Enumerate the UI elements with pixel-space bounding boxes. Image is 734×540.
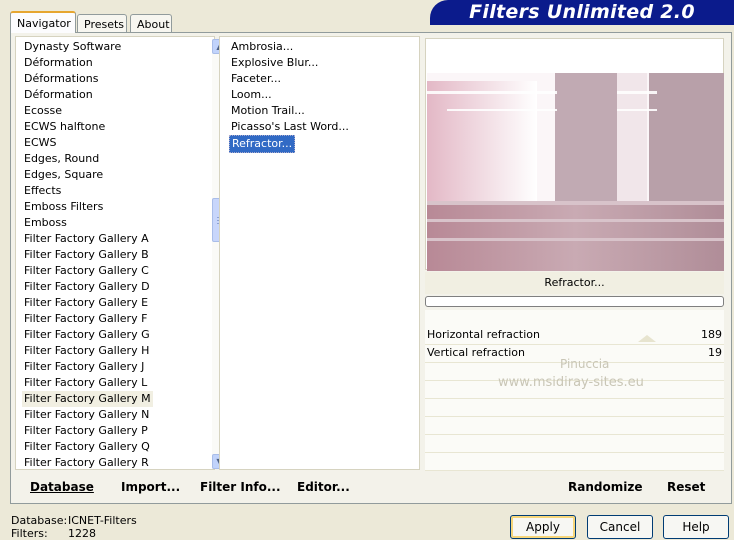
cancel-button[interactable]: Cancel <box>587 515 653 539</box>
filter-list[interactable]: Ambrosia... Explosive Blur... Faceter... Lo… <box>219 36 420 470</box>
filter-item[interactable]: Explosive Blur... <box>229 55 320 71</box>
category-item[interactable]: Déformations <box>22 71 100 87</box>
filter-name-bar: Refractor... <box>425 272 724 294</box>
category-item[interactable]: Filter Factory Gallery A <box>22 231 151 247</box>
category-item[interactable]: Filter Factory Gallery F <box>22 311 149 327</box>
category-item[interactable]: ECWS <box>22 135 59 151</box>
import-button[interactable]: Import... <box>121 479 180 495</box>
database-caption: Database: <box>11 514 68 527</box>
parameter-name: Horizontal refraction <box>427 328 540 341</box>
preview-panel <box>425 38 724 271</box>
filters-caption: Filters: <box>11 527 48 540</box>
category-item[interactable]: Emboss <box>22 215 69 231</box>
filter-item[interactable]: Ambrosia... <box>229 39 295 55</box>
category-item[interactable]: Filter Factory Gallery H <box>22 343 151 359</box>
parameter-row <box>425 416 724 435</box>
category-item[interactable]: Déformation <box>22 87 95 103</box>
category-item[interactable]: Dynasty Software <box>22 39 123 55</box>
category-item[interactable]: Effects <box>22 183 63 199</box>
progress-bar <box>425 296 724 307</box>
filter-item[interactable]: Picasso's Last Word... <box>229 119 351 135</box>
tab-presets[interactable]: Presets <box>77 14 127 33</box>
reset-button[interactable]: Reset <box>667 479 705 495</box>
parameter-value[interactable]: 19 <box>708 344 722 362</box>
category-item[interactable]: Emboss Filters <box>22 199 105 215</box>
database-button[interactable]: Database <box>30 479 94 495</box>
parameter-row <box>425 452 724 471</box>
category-item[interactable]: Filter Factory Gallery P <box>22 423 150 439</box>
category-item[interactable]: Filter Factory Gallery E <box>22 295 150 311</box>
editor-button[interactable]: Editor... <box>297 479 350 495</box>
category-list[interactable]: Dynasty Software Déformation Déformations D… <box>15 36 228 471</box>
category-item[interactable]: Filter Factory Gallery Q <box>22 439 152 455</box>
database-value: ICNET-Filters <box>68 514 137 527</box>
database-label: Database <box>30 480 94 494</box>
filter-item[interactable]: Motion Trail... <box>229 103 307 119</box>
filter-item[interactable]: Faceter... <box>229 71 283 87</box>
watermark-line1: Pinuccia <box>560 357 610 371</box>
parameter-name: Vertical refraction <box>427 346 525 359</box>
category-item[interactable]: Filter Factory Gallery R <box>22 455 151 471</box>
category-item[interactable]: Filter Factory Gallery C <box>22 263 151 279</box>
parameter-row[interactable]: Horizontal refraction 189 <box>425 326 724 345</box>
filters-value: 1228 <box>68 527 96 540</box>
category-item[interactable]: Filter Factory Gallery B <box>22 247 151 263</box>
category-item[interactable]: Filter Factory Gallery G <box>22 327 152 343</box>
apply-button[interactable]: Apply <box>510 515 576 539</box>
tab-about[interactable]: About <box>130 14 172 33</box>
category-item[interactable]: Déformation <box>22 55 95 71</box>
parameter-value[interactable]: 189 <box>701 326 722 344</box>
category-item[interactable]: Filter Factory Gallery J <box>22 359 146 375</box>
parameter-row <box>425 398 724 417</box>
category-item[interactable]: Filter Factory Gallery L <box>22 375 149 391</box>
preview-image <box>427 73 724 271</box>
randomize-button[interactable]: Randomize <box>568 479 642 495</box>
watermark-line2: www.msidiray-sites.eu <box>498 375 644 390</box>
filter-item[interactable]: Refractor... <box>229 135 296 153</box>
category-item[interactable]: Edges, Square <box>22 167 105 183</box>
title-banner: Filters Unlimited 2.0 <box>430 0 734 25</box>
category-item[interactable]: ECWS halftone <box>22 119 107 135</box>
category-item[interactable]: Edges, Round <box>22 151 101 167</box>
category-item[interactable]: Filter Factory Gallery N <box>22 407 151 423</box>
category-item[interactable]: Filter Factory Gallery M <box>22 391 153 407</box>
help-button[interactable]: Help <box>663 515 729 539</box>
tab-navigator[interactable]: Navigator <box>10 11 76 33</box>
category-item[interactable]: Ecosse <box>22 103 64 119</box>
app-title: Filters Unlimited 2.0 <box>469 1 695 23</box>
filter-item[interactable]: Loom... <box>229 87 274 103</box>
filter-info-button[interactable]: Filter Info... <box>200 479 281 495</box>
category-item[interactable]: Filter Factory Gallery D <box>22 279 152 295</box>
parameter-row <box>425 434 724 453</box>
